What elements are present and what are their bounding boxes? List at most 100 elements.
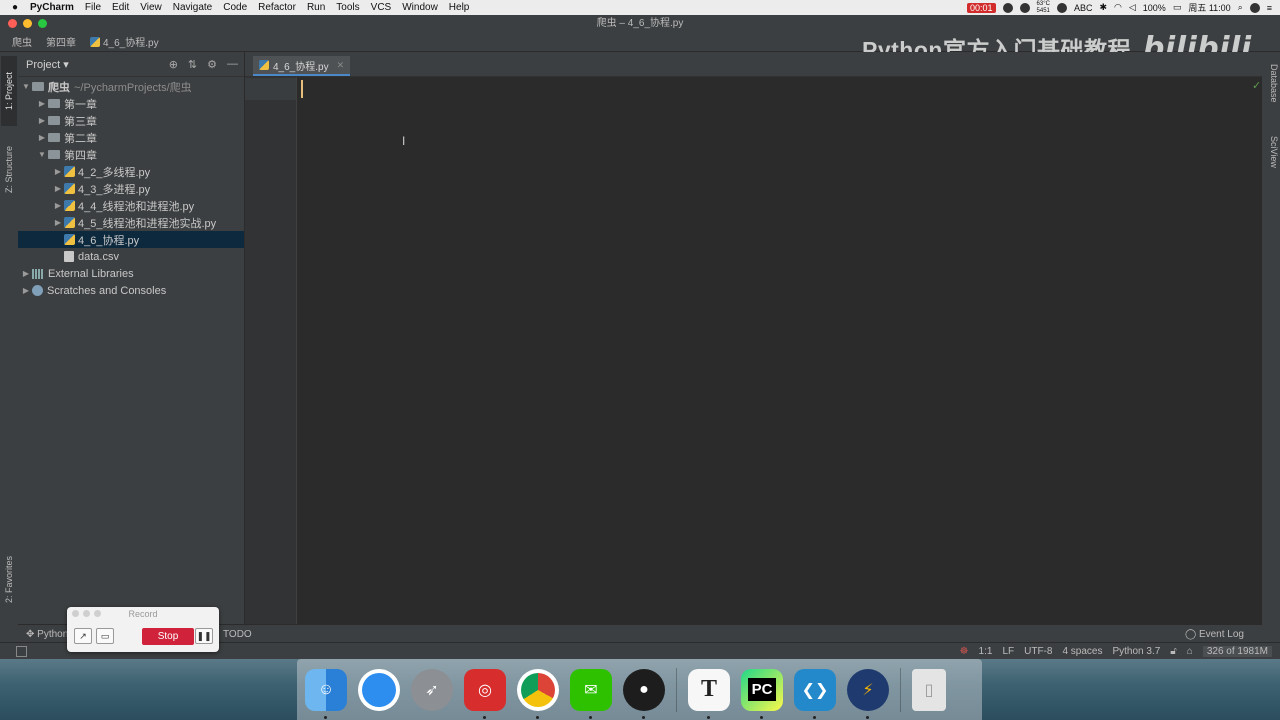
tab-favorites[interactable]: 2: Favorites: [1, 544, 17, 614]
menu-vcs[interactable]: VCS: [371, 2, 392, 13]
tree-item-file[interactable]: ▶ 4_3_多进程.py: [18, 180, 244, 197]
settings-gear-icon[interactable]: ⚙: [207, 58, 217, 71]
collapsed-arrow-icon[interactable]: ▶: [52, 184, 64, 193]
lock-icon[interactable]: 🔓︎: [1170, 646, 1176, 657]
collapsed-arrow-icon[interactable]: ▶: [36, 99, 48, 108]
apple-menu-icon[interactable]: ●: [8, 2, 22, 13]
minimize-window-button[interactable]: [23, 19, 32, 28]
tree-item-folder[interactable]: ▶ 第二章: [18, 129, 244, 146]
vscode-icon[interactable]: ❮❯: [794, 668, 836, 719]
tree-item-file[interactable]: ▶ 4_2_多线程.py: [18, 163, 244, 180]
tree-item-folder[interactable]: ▶ 第一章: [18, 95, 244, 112]
hector-icon[interactable]: ☸: [960, 646, 969, 657]
search-icon[interactable]: ⌕: [1238, 2, 1243, 13]
menu-refactor[interactable]: Refactor: [258, 2, 296, 13]
record-zoom-button[interactable]: [94, 610, 101, 617]
tree-item-file[interactable]: data.csv: [18, 248, 244, 265]
tree-item-file-selected[interactable]: 4_6_协程.py: [18, 231, 244, 248]
memory-indicator[interactable]: 326 of 1981M: [1202, 645, 1272, 657]
close-tab-icon[interactable]: ✕: [337, 60, 345, 71]
menu-tools[interactable]: Tools: [336, 2, 359, 13]
collapse-all-icon[interactable]: ⇅: [188, 58, 197, 71]
notification-center-icon[interactable]: ≡: [1267, 3, 1272, 13]
collapsed-arrow-icon[interactable]: ▶: [20, 286, 32, 295]
input-method[interactable]: ABC: [1074, 3, 1093, 13]
record-close-button[interactable]: [72, 610, 79, 617]
recording-timer[interactable]: 00:01: [967, 2, 996, 13]
close-window-button[interactable]: [8, 19, 17, 28]
menu-view[interactable]: View: [140, 2, 162, 13]
typora-icon[interactable]: T: [688, 668, 730, 719]
wechat-icon[interactable]: ✉: [570, 668, 612, 719]
wifi-icon[interactable]: ◠: [1114, 2, 1122, 13]
finder-icon[interactable]: ☺: [305, 668, 347, 719]
netease-music-icon[interactable]: ◎: [464, 668, 506, 719]
breadcrumb-folder[interactable]: 第四章: [46, 34, 76, 49]
battery-icon[interactable]: ▭: [1173, 2, 1182, 13]
tree-item-external-libraries[interactable]: ▶ External Libraries: [18, 265, 244, 282]
project-view-selector[interactable]: Project ▾: [26, 58, 69, 71]
battery-level[interactable]: 100%: [1143, 3, 1166, 13]
tab-project[interactable]: 1: Project: [1, 56, 17, 126]
status-app-icon[interactable]: [1002, 2, 1013, 13]
hide-panel-icon[interactable]: —: [227, 58, 238, 71]
clipboard-icon[interactable]: [1056, 2, 1067, 13]
collapsed-arrow-icon[interactable]: ▶: [36, 116, 48, 125]
volume-icon[interactable]: ◁: [1129, 2, 1136, 13]
tool-windows-toggle-icon[interactable]: [16, 645, 27, 657]
collapsed-arrow-icon[interactable]: ▶: [52, 167, 64, 176]
locate-icon[interactable]: ⊕: [169, 58, 178, 71]
menu-help[interactable]: Help: [449, 2, 470, 13]
pause-icon[interactable]: ❚❚: [195, 628, 213, 644]
tab-event-log[interactable]: ◯ Event Log: [1185, 629, 1244, 640]
git-icon[interactable]: ⌂: [1187, 646, 1193, 657]
expanded-arrow-icon[interactable]: ▼: [20, 82, 32, 91]
expanded-arrow-icon[interactable]: ▼: [36, 150, 48, 159]
editor-tab-active[interactable]: 4_6_协程.py ✕: [253, 56, 351, 76]
menu-code[interactable]: Code: [223, 2, 247, 13]
instastats-icon[interactable]: ⚡: [847, 668, 889, 719]
siri-icon[interactable]: [1249, 2, 1260, 13]
python-interpreter[interactable]: Python 3.7: [1112, 646, 1160, 657]
record-minimize-button[interactable]: [83, 610, 90, 617]
code-editor[interactable]: [297, 77, 1262, 642]
tree-item-file[interactable]: ▶ 4_4_线程池和进程池.py: [18, 197, 244, 214]
tree-item-folder[interactable]: ▶ 第三章: [18, 112, 244, 129]
launchpad-icon[interactable]: ➶: [411, 668, 453, 711]
bluetooth-icon[interactable]: ✱: [1099, 2, 1107, 13]
menu-navigate[interactable]: Navigate: [173, 2, 212, 13]
file-encoding[interactable]: UTF-8: [1024, 646, 1052, 657]
collapsed-arrow-icon[interactable]: ▶: [52, 201, 64, 210]
tree-item-file[interactable]: ▶ 4_5_线程池和进程池实战.py: [18, 214, 244, 231]
tab-python-console[interactable]: ✥ Python: [26, 629, 68, 640]
caret-position[interactable]: 1:1: [979, 646, 993, 657]
collapsed-arrow-icon[interactable]: ▶: [52, 218, 64, 227]
tab-todo[interactable]: TODO: [223, 629, 252, 640]
menu-file[interactable]: File: [85, 2, 101, 13]
tree-item-scratches[interactable]: ▶ Scratches and Consoles: [18, 282, 244, 299]
tree-item-folder[interactable]: ▼ 第四章: [18, 146, 244, 163]
line-separator[interactable]: LF: [1002, 646, 1014, 657]
menu-edit[interactable]: Edit: [112, 2, 129, 13]
wechat-status-icon[interactable]: [1019, 2, 1030, 13]
qq-icon[interactable]: ●: [623, 668, 665, 719]
menu-window[interactable]: Window: [402, 2, 438, 13]
tree-item-root[interactable]: ▼ 爬虫 ~/PycharmProjects/爬虫: [18, 78, 244, 95]
pen-tool-icon[interactable]: ↗: [74, 628, 92, 644]
collapsed-arrow-icon[interactable]: ▶: [36, 133, 48, 142]
stop-button[interactable]: Stop: [142, 628, 194, 645]
breadcrumb-project[interactable]: 爬虫: [12, 34, 32, 49]
chrome-icon[interactable]: [517, 668, 559, 719]
zoom-window-button[interactable]: [38, 19, 47, 28]
temperature-readout[interactable]: 63°C 5451: [1037, 1, 1050, 15]
tab-database[interactable]: Database: [1263, 64, 1279, 124]
safari-icon[interactable]: [358, 668, 400, 711]
indent-setting[interactable]: 4 spaces: [1062, 646, 1102, 657]
trash-icon[interactable]: ▯: [912, 668, 946, 711]
screen-select-icon[interactable]: ▭: [96, 628, 114, 644]
menu-app-name[interactable]: PyCharm: [30, 2, 74, 13]
clock[interactable]: 周五 11:00: [1188, 1, 1230, 14]
tab-structure[interactable]: Z: Structure: [1, 134, 17, 204]
menu-run[interactable]: Run: [307, 2, 325, 13]
collapsed-arrow-icon[interactable]: ▶: [20, 269, 32, 278]
